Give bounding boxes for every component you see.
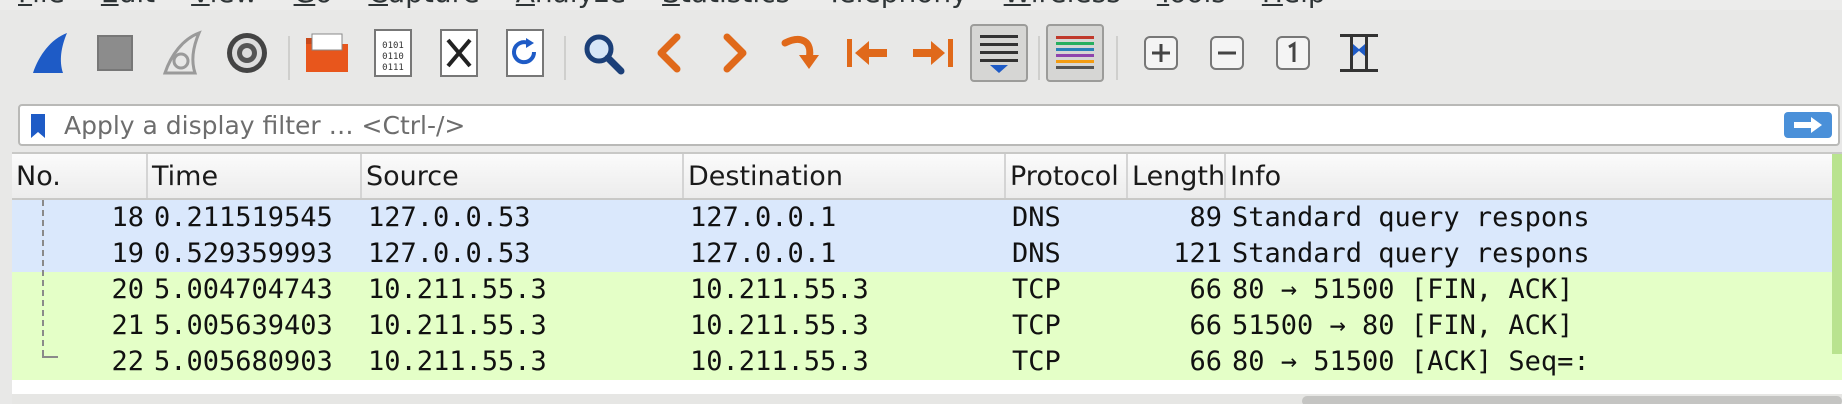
menu-view[interactable]: View [173,0,275,9]
packet-protocol: TCP [1012,274,1061,305]
column-header-protocol[interactable]: Protocol [1006,154,1128,198]
packet-time: 5.005639403 [154,310,333,341]
display-filter-input[interactable] [60,108,1788,142]
column-header-source[interactable]: Source [362,154,684,198]
column-header-no[interactable]: No. [12,154,148,198]
packet-destination: 10.211.55.3 [690,346,869,377]
svg-text:0101: 0101 [382,41,404,51]
packet-list-header: No. Time Source Destination Protocol Len… [12,154,1842,200]
packet-no: 20 [111,274,144,305]
menu-help[interactable]: Help [1244,0,1344,9]
shark-fin-start-icon[interactable] [20,24,78,82]
shark-fin-restart-icon[interactable] [152,24,210,82]
packet-source: 10.211.55.3 [368,274,547,305]
packet-no: 19 [111,238,144,269]
packet-length: 66 [1189,274,1222,305]
packet-source: 10.211.55.3 [368,346,547,377]
packet-destination: 127.0.0.1 [690,238,837,269]
normal-size-icon[interactable] [1264,24,1322,82]
packet-info: 80 → 51500 [ACK] Seq=: [1232,346,1590,377]
packet-time: 0.211519545 [154,202,333,233]
resize-columns-icon[interactable] [1330,24,1388,82]
menu-telephony[interactable]: Telephony [808,0,986,9]
packet-row[interactable]: 22 5.005680903 10.211.55.3 10.211.55.3 T… [12,344,1842,380]
toolbar-separator [564,36,566,80]
apply-filter-button[interactable] [1784,112,1832,138]
packet-list: No. Time Source Destination Protocol Len… [12,152,1842,404]
binary-file-icon[interactable]: 0101 0110 0111 [364,24,422,82]
packet-destination: 10.211.55.3 [690,310,869,341]
packet-info: 51500 → 80 [FIN, ACK] [1232,310,1574,341]
packet-length: 66 [1189,346,1222,377]
display-filter-bar [18,104,1840,146]
column-header-destination[interactable]: Destination [684,154,1006,198]
main-toolbar: 0101 0110 0111 [0,14,1842,100]
open-folder-icon[interactable] [298,24,356,82]
chevron-left-icon[interactable] [640,24,698,82]
go-last-icon[interactable] [904,24,962,82]
packet-destination: 10.211.55.3 [690,274,869,305]
jump-arrow-icon[interactable] [772,24,830,82]
conversation-tree-line [42,200,46,356]
menu-wireless[interactable]: Wireless [986,0,1139,9]
stop-square-icon[interactable] [86,24,144,82]
chevron-right-icon[interactable] [706,24,764,82]
packet-no: 22 [111,346,144,377]
packet-protocol: DNS [1012,238,1061,269]
scrollbar-thumb[interactable] [1302,396,1842,404]
packet-row[interactable]: 20 5.004704743 10.211.55.3 10.211.55.3 T… [12,272,1842,308]
column-header-time[interactable]: Time [148,154,362,198]
menu-go[interactable]: Go [276,0,351,9]
packet-length: 121 [1173,238,1222,269]
menu-bar: File Edit View Go Capture Analyze Statis… [0,0,1842,10]
packet-protocol: TCP [1012,310,1061,341]
packet-length: 66 [1189,310,1222,341]
packet-protocol: DNS [1012,202,1061,233]
arrow-right-icon [1794,117,1822,133]
horizontal-scrollbar[interactable] [12,394,1842,404]
packet-source: 127.0.0.53 [368,238,531,269]
packet-protocol: TCP [1012,346,1061,377]
autoscroll-icon[interactable] [970,24,1028,82]
svg-text:0110: 0110 [382,52,404,62]
colorize-icon[interactable] [1046,24,1104,82]
column-header-length[interactable]: Length [1128,154,1226,198]
packet-row[interactable]: 19 0.529359993 127.0.0.53 127.0.0.1 DNS … [12,236,1842,272]
packet-source: 127.0.0.53 [368,202,531,233]
bookmark-icon[interactable] [28,112,48,144]
reload-file-icon[interactable] [496,24,554,82]
packet-info: Standard query respons [1232,238,1590,269]
packet-time: 5.005680903 [154,346,333,377]
packet-info: Standard query respons [1232,202,1590,233]
packet-destination: 127.0.0.1 [690,202,837,233]
search-icon[interactable] [574,24,632,82]
packet-time: 0.529359993 [154,238,333,269]
conversation-tree-end [42,356,58,358]
close-file-icon[interactable] [430,24,488,82]
toolbar-separator [1038,36,1040,80]
packet-no: 18 [111,202,144,233]
menu-edit[interactable]: Edit [83,0,173,9]
menu-file[interactable]: File [0,0,83,9]
zoom-in-icon[interactable] [1132,24,1190,82]
packet-info: 80 → 51500 [FIN, ACK] [1232,274,1574,305]
menu-tools[interactable]: Tools [1139,0,1244,9]
packet-source: 10.211.55.3 [368,310,547,341]
packet-no: 21 [111,310,144,341]
packet-time: 5.004704743 [154,274,333,305]
toolbar-separator [1116,36,1118,80]
svg-text:0111: 0111 [382,63,404,73]
toolbar-separator [288,36,290,80]
column-header-info[interactable]: Info [1226,154,1842,198]
zoom-out-icon[interactable] [1198,24,1256,82]
menu-capture[interactable]: Capture [350,0,497,9]
go-first-icon[interactable] [838,24,896,82]
packet-length: 89 [1189,202,1222,233]
gear-options-icon[interactable] [218,24,276,82]
packet-row[interactable]: 21 5.005639403 10.211.55.3 10.211.55.3 T… [12,308,1842,344]
packet-minimap[interactable] [1832,154,1842,354]
packet-row[interactable]: 18 0.211519545 127.0.0.53 127.0.0.1 DNS … [12,200,1842,236]
menu-statistics[interactable]: Statistics [644,0,808,9]
menu-analyze[interactable]: Analyze [498,0,644,9]
